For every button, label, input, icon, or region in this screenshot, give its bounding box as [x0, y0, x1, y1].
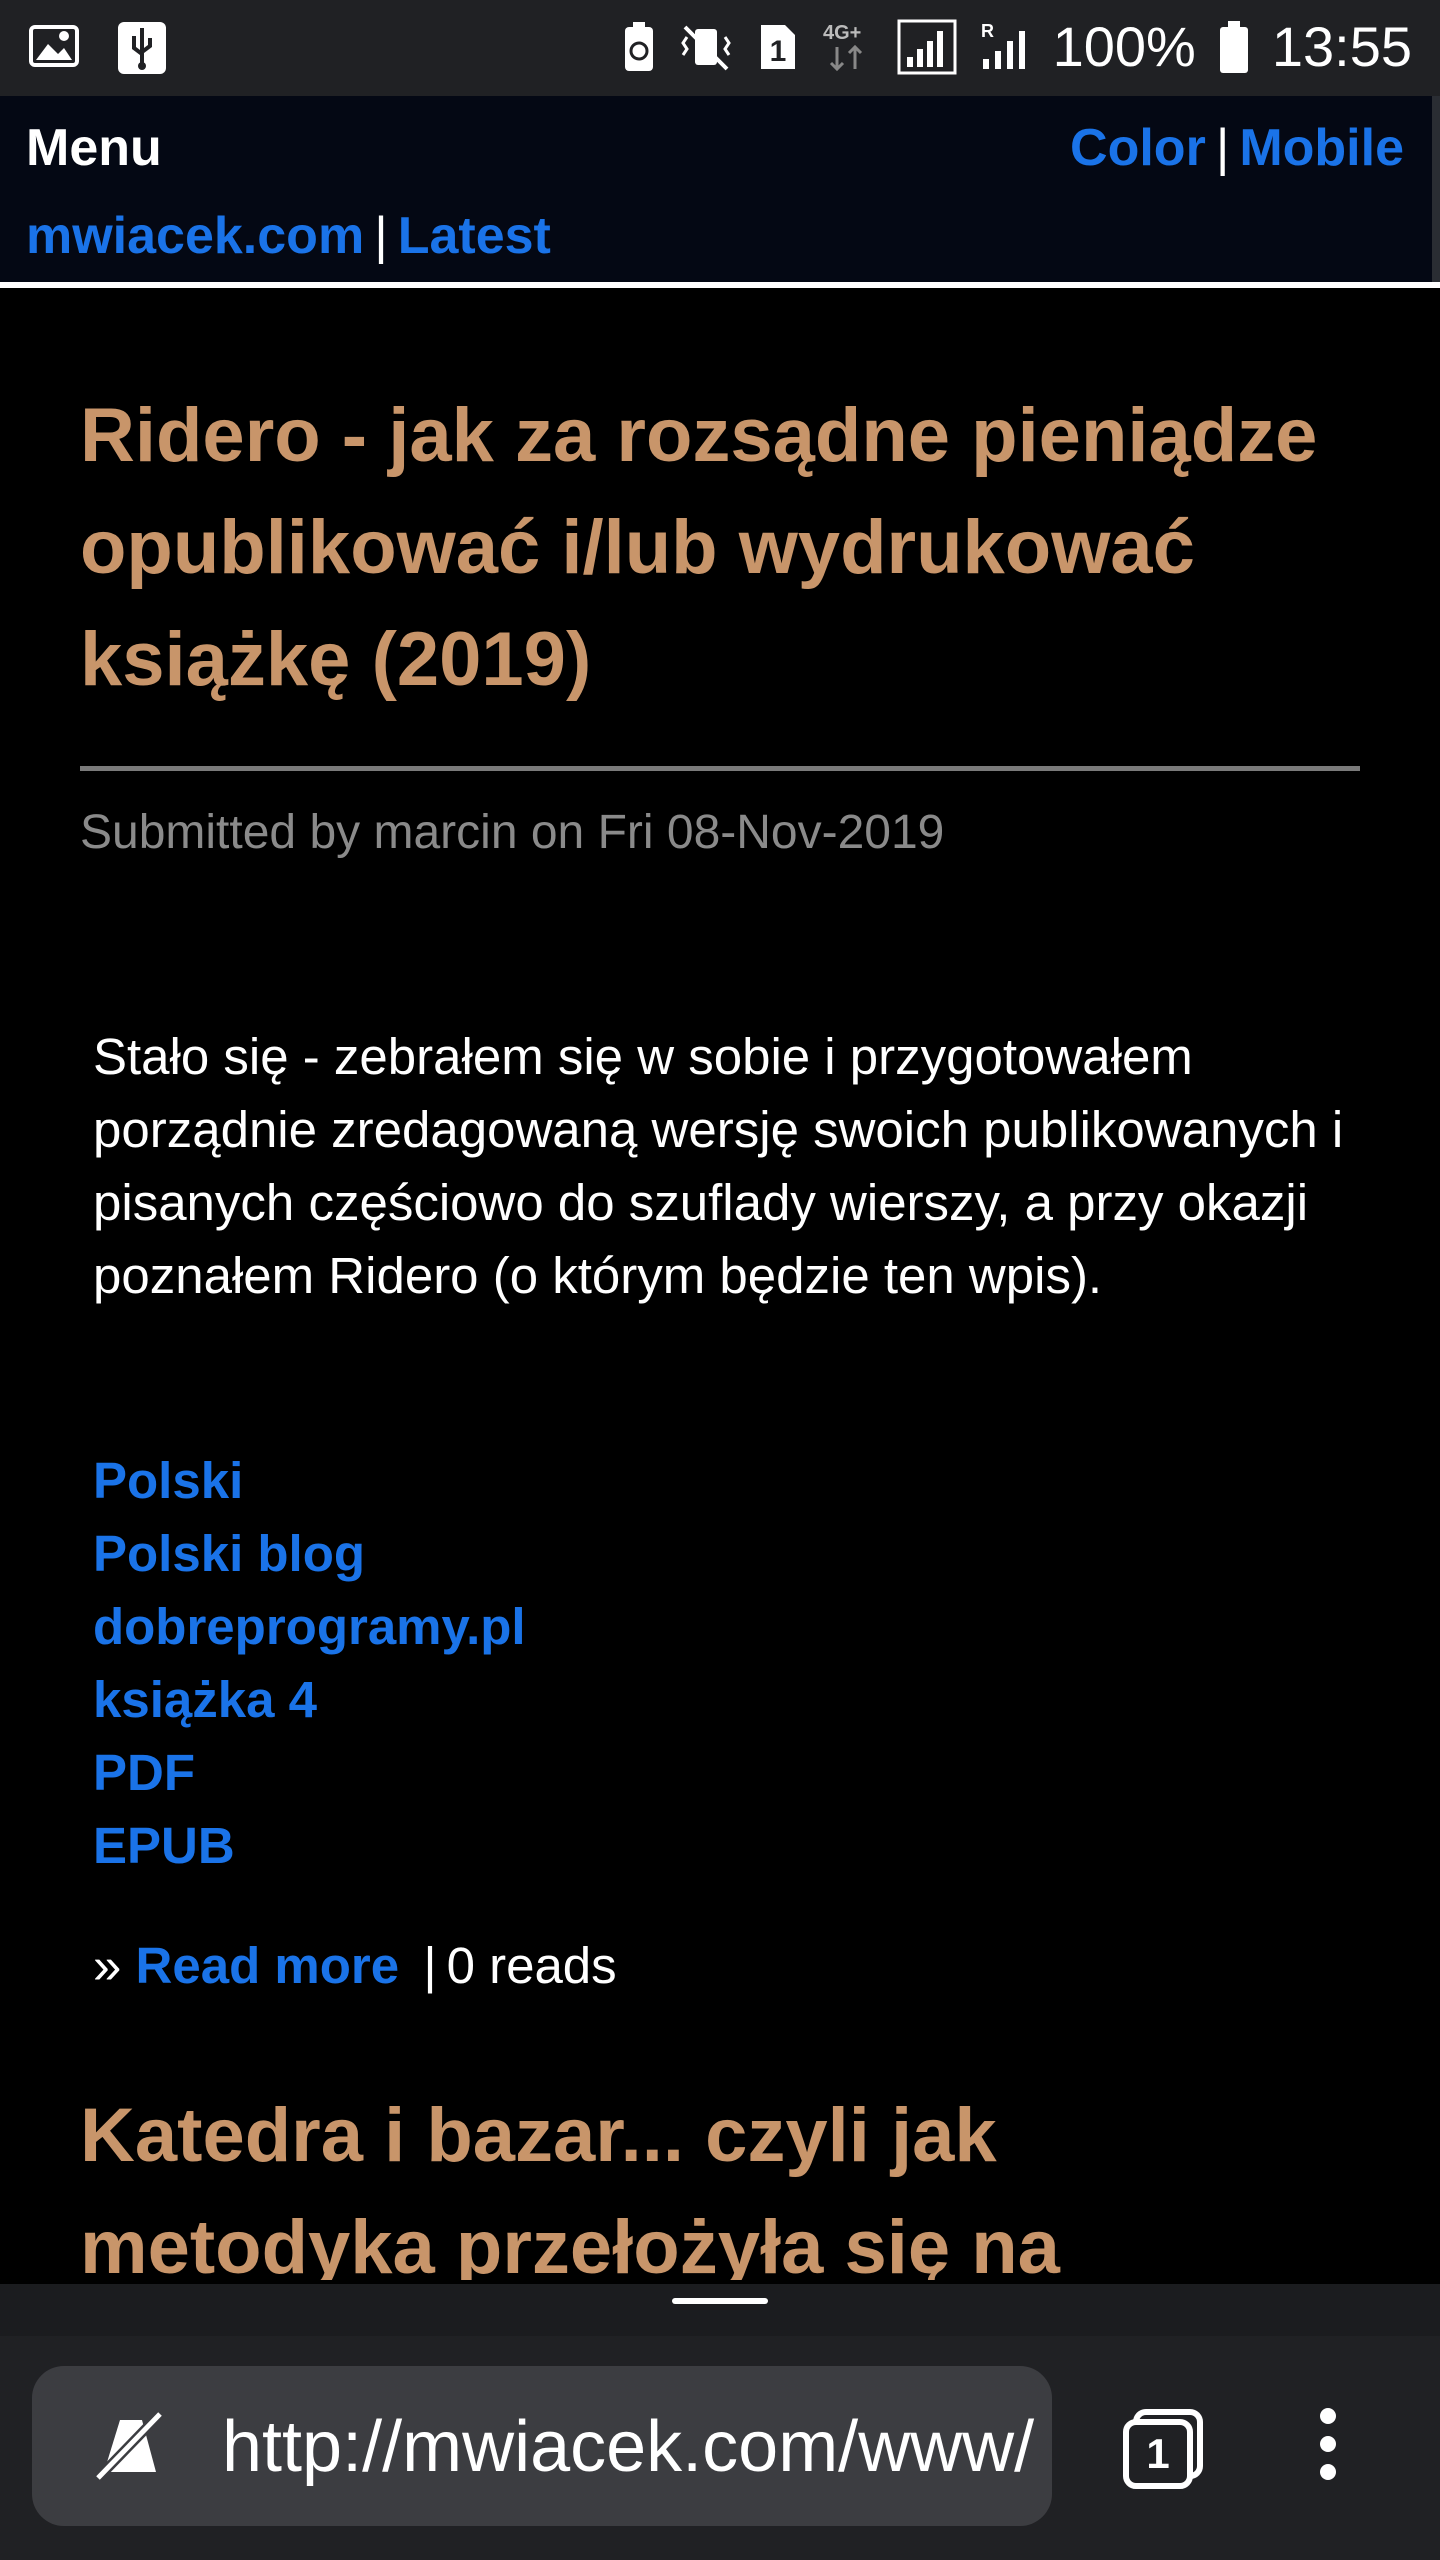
tab-count: 1 [1146, 2430, 1170, 2477]
latest-link[interactable]: Latest [398, 207, 551, 265]
article-title[interactable]: Ridero - jak za rozsądne pieniądze opubl… [80, 380, 1360, 716]
usb-icon [116, 20, 168, 76]
svg-text:R: R [981, 21, 994, 41]
address-bar[interactable]: http://mwiacek.com/www/ [32, 2366, 1052, 2526]
roaming-signal-icon: R [979, 19, 1031, 75]
sim-slot-icon: 1 [755, 21, 799, 73]
signal-strength-icon [897, 19, 957, 75]
battery-icon [1218, 19, 1250, 75]
next-article-title[interactable]: Katedra i bazar... czyli jak metodyka pr… [80, 2080, 1360, 2280]
svg-text:4G+: 4G+ [823, 22, 861, 44]
tag-link[interactable]: PDF [93, 1736, 526, 1809]
tag-link[interactable]: Polski [93, 1444, 526, 1517]
tag-link[interactable]: EPUB [93, 1809, 526, 1882]
bottom-sheet-handle-area [0, 2284, 1440, 2340]
svg-text:1: 1 [769, 35, 786, 68]
not-secure-icon[interactable] [90, 2406, 170, 2491]
tag-link[interactable]: dobreprogramy.pl [93, 1590, 526, 1663]
status-bar: 1 4G+ R 100% 13:55 [0, 0, 1440, 96]
browser-toolbar: http://mwiacek.com/www/ 1 [0, 2336, 1440, 2560]
separator: | [1215, 119, 1230, 177]
battery-percentage: 100% [1052, 15, 1196, 78]
read-more-link[interactable]: Read more [136, 1937, 400, 1994]
article-teaser: Stało się - zebrałem się w sobie i przyg… [93, 1028, 1344, 1304]
title-divider [80, 766, 1360, 771]
site-header: Menu Color | Mobile mwiacek.com | Latest [0, 96, 1440, 282]
home-link[interactable]: mwiacek.com [26, 207, 364, 265]
separator: | [423, 1937, 437, 1994]
mobile-data-icon: 4G+ [821, 19, 875, 75]
color-link[interactable]: Color [1070, 119, 1206, 177]
battery-saver-icon [621, 21, 657, 73]
tag-link[interactable]: książka 4 [93, 1663, 526, 1736]
header-right-links: Color | Mobile [1070, 118, 1404, 178]
header-left-links: mwiacek.com | Latest [26, 206, 551, 266]
vibrate-mute-icon [679, 21, 733, 73]
article-footer: » Read more | 0 reads [93, 1936, 617, 1995]
menu-button[interactable]: Menu [26, 118, 162, 178]
tag-link[interactable]: Polski blog [93, 1517, 526, 1590]
separator: | [374, 207, 388, 265]
mobile-link[interactable]: Mobile [1239, 119, 1404, 177]
article-meta: Submitted by marcin on Fri 08-Nov-2019 [80, 806, 945, 859]
article-header: Ridero - jak za rozsądne pieniądze opubl… [80, 380, 1360, 860]
more-vert-icon [1320, 2408, 1336, 2480]
url-text[interactable]: http://mwiacek.com/www/ [222, 2406, 1034, 2488]
tag-list: Polski Polski blog dobreprogramy.pl ksią… [93, 1444, 526, 1882]
reads-count: 0 reads [446, 1937, 617, 1994]
clock: 13:55 [1271, 15, 1412, 78]
gallery-notification-icon [28, 20, 80, 76]
tab-switcher-button[interactable]: 1 [1122, 2406, 1206, 2495]
header-divider [0, 282, 1440, 288]
scrollbar[interactable] [1432, 96, 1440, 282]
more-options-button[interactable] [1312, 2404, 1344, 2489]
read-more-prefix: » [93, 1937, 122, 1994]
drag-handle[interactable] [672, 2298, 768, 2304]
